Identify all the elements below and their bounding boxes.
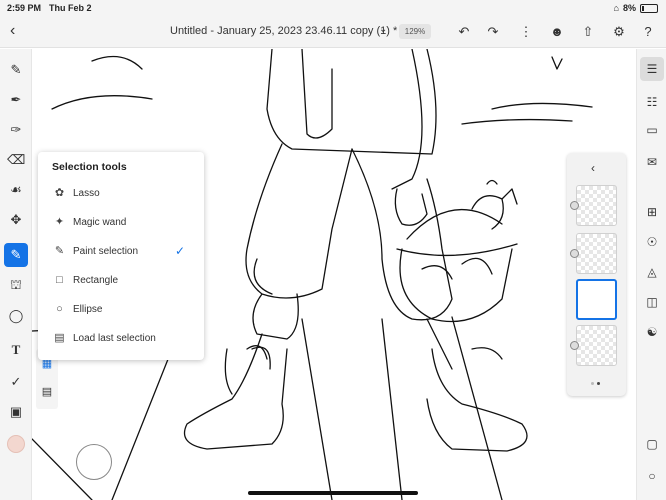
battery-percent: 8%: [622, 3, 636, 13]
home-indicator[interactable]: [248, 491, 418, 495]
right-toolbar: ☰ ☷ ▭ ✉ ⊞ ☉ ◬ ◫ ☯ ▢ ○: [636, 49, 666, 500]
menu-item-label: Rectangle: [73, 275, 119, 286]
battery-icon: [640, 3, 658, 13]
load-selection-icon: ▤: [54, 332, 65, 344]
paint-selection-icon: ✎: [54, 245, 65, 257]
eyedropper-icon[interactable]: ✓: [7, 373, 25, 391]
add-layer-icon[interactable]: ⊞: [643, 203, 661, 221]
layer-visibility-icon[interactable]: [570, 249, 579, 258]
share-icon[interactable]: ⇧: [580, 24, 596, 40]
menu-item-label: Ellipse: [73, 304, 103, 315]
properties-icon[interactable]: ▭: [643, 121, 661, 139]
zoom-level[interactable]: 129%: [399, 24, 431, 39]
back-icon[interactable]: ‹: [10, 22, 15, 40]
menu-item-label: Lasso: [73, 188, 100, 199]
subtract-selection-icon[interactable]: ▤: [40, 385, 54, 399]
menu-item-rectangle[interactable]: □ Rectangle: [38, 269, 204, 293]
more-options-icon[interactable]: ⋮: [518, 24, 534, 40]
layer-thumbnail[interactable]: [576, 185, 617, 226]
menu-item-magic-wand[interactable]: ✦ Magic wand: [38, 211, 204, 235]
ellipse-selection-icon: ○: [56, 303, 63, 315]
pixel-brush-icon[interactable]: ✎: [7, 61, 25, 79]
undo-icon[interactable]: ↶: [456, 24, 472, 40]
blend-mode-icon[interactable]: ☯: [643, 323, 661, 341]
status-right: ⌂ 8%: [614, 3, 658, 13]
layer-thumbnail[interactable]: [576, 325, 617, 366]
live-brush-icon[interactable]: ✒: [7, 91, 25, 109]
menu-item-label: Magic wand: [73, 217, 127, 228]
vector-brush-icon[interactable]: ✑: [7, 121, 25, 139]
menu-item-ellipse[interactable]: ○ Ellipse: [38, 298, 204, 322]
magic-wand-icon: ✦: [54, 216, 65, 228]
invite-icon[interactable]: ☻: [549, 24, 565, 40]
fill-icon[interactable]: ⛫: [7, 276, 25, 294]
menu-item-label: Paint selection: [73, 246, 139, 257]
layer-visibility-icon[interactable]: [570, 201, 579, 210]
menu-title: Selection tools: [52, 161, 127, 173]
visibility-icon[interactable]: ☉: [643, 233, 661, 251]
eraser-icon[interactable]: ⌫: [7, 151, 25, 169]
layer-thumbnail-selected[interactable]: [576, 279, 617, 320]
smudge-icon[interactable]: ☙: [7, 181, 25, 199]
checkmark-icon: ✓: [175, 244, 186, 258]
menu-item-load-last-selection[interactable]: ▤ Load last selection: [38, 327, 204, 351]
document-title[interactable]: Untitled - January 25, 2023 23.46.11 cop…: [170, 25, 397, 37]
image-icon[interactable]: ▣: [7, 403, 25, 421]
selection-tools-menu: Selection tools ✿ Lasso ✦ Magic wand ✎ P…: [38, 152, 204, 360]
left-toolbar: ✎ ✒ ✑ ⌫ ☙ ✥ ✎ ⛫ ◯ T ✓ ▣: [0, 49, 32, 500]
layers-panel: ‹: [567, 153, 626, 396]
comment-icon[interactable]: ✉: [643, 153, 661, 171]
layers-icon[interactable]: ☰: [640, 57, 664, 81]
page-indicator: [591, 382, 600, 385]
rectangle-selection-icon: □: [56, 274, 63, 286]
color-swatch[interactable]: [7, 435, 25, 453]
text-tool-icon[interactable]: T: [7, 341, 25, 359]
move-icon[interactable]: ✥: [7, 211, 25, 229]
adjustments-icon[interactable]: ☷: [643, 93, 661, 111]
status-bar: 2:59 PM Thu Feb 2 ⌂ 8%: [0, 0, 666, 16]
collapse-panel-icon[interactable]: ‹: [591, 161, 595, 175]
chevron-down-icon[interactable]: ⌄: [379, 24, 387, 35]
help-icon[interactable]: ?: [640, 24, 656, 40]
menu-item-label: Load last selection: [73, 333, 156, 344]
shapes-icon[interactable]: ◯: [7, 307, 25, 325]
menu-item-lasso[interactable]: ✿ Lasso: [38, 182, 204, 206]
status-date: Thu Feb 2: [49, 3, 92, 13]
touch-shortcut-icon[interactable]: ○: [643, 467, 661, 485]
menu-item-paint-selection[interactable]: ✎ Paint selection ✓: [38, 240, 204, 264]
status-time: 2:59 PM: [7, 3, 42, 13]
brush-size-control[interactable]: [76, 444, 112, 480]
app-header: ‹ Untitled - January 25, 2023 23.46.11 c…: [0, 16, 666, 48]
layer-thumbnail[interactable]: [576, 233, 617, 274]
layer-import-icon[interactable]: ◫: [643, 293, 661, 311]
redo-icon[interactable]: ↷: [485, 24, 501, 40]
lasso-icon: ✿: [54, 187, 65, 199]
wifi-icon: ⌂: [613, 3, 619, 13]
clipping-mask-icon[interactable]: ◬: [643, 263, 661, 281]
selection-tool-icon[interactable]: ✎: [4, 243, 28, 267]
fit-canvas-icon[interactable]: ▢: [643, 435, 661, 453]
layer-visibility-icon[interactable]: [570, 341, 579, 350]
gear-icon[interactable]: ⚙: [611, 24, 627, 40]
